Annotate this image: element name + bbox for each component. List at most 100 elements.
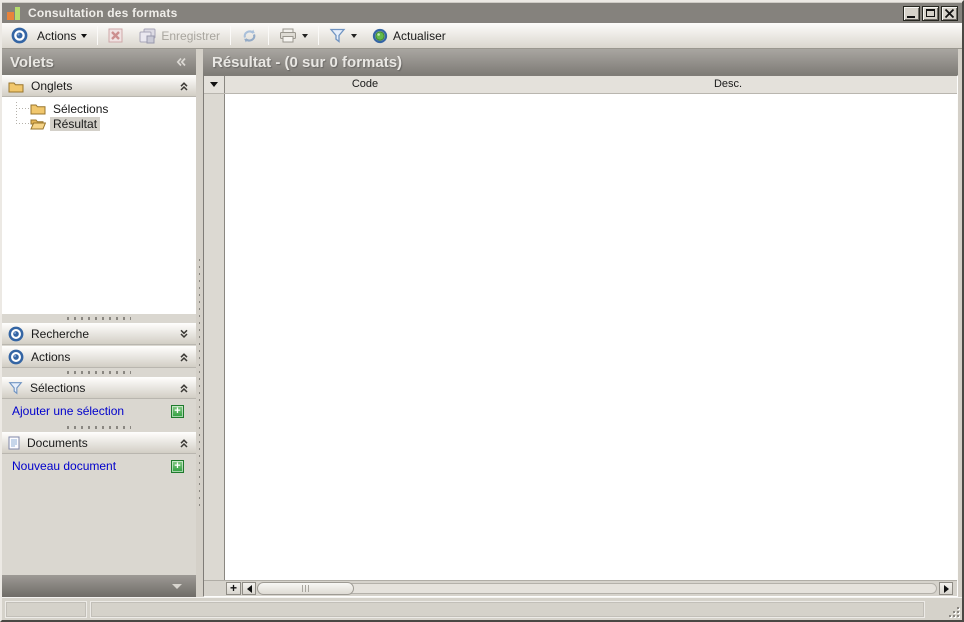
minimize-button[interactable] <box>903 6 920 21</box>
group-header-onglets[interactable]: Onglets <box>2 75 196 97</box>
filter-icon <box>8 381 23 395</box>
filter-icon <box>329 28 346 43</box>
filter-button[interactable] <box>323 25 363 47</box>
chevron-up-double-icon <box>178 382 190 394</box>
scroll-left-button[interactable] <box>242 582 256 595</box>
sidebar-splitter[interactable] <box>2 423 196 432</box>
maximize-icon <box>926 9 935 17</box>
status-bar <box>2 597 962 620</box>
tree-item-label: Résultat <box>50 116 101 131</box>
group-header-documents[interactable]: Documents <box>2 432 196 454</box>
group-header-recherche[interactable]: Recherche <box>2 323 196 345</box>
row-selector-dropdown-button[interactable] <box>204 76 225 93</box>
add-selection-link[interactable]: Ajouter une sélection <box>12 404 171 418</box>
column-header-desc[interactable]: Desc. <box>504 76 952 93</box>
group-label-documents: Documents <box>27 436 88 450</box>
arrow-right-icon <box>943 584 949 593</box>
onglets-tree: Sélections Résultat <box>2 97 196 314</box>
actualiser-label: Actualiser <box>393 28 446 43</box>
main-panel: Résultat - (0 sur 0 formats) Code Desc. … <box>203 49 958 597</box>
toolbar-separator <box>268 26 270 45</box>
actions-menu-label: Actions <box>37 28 77 43</box>
sidebar-splitter[interactable] <box>2 314 196 323</box>
scrollbar-track[interactable] <box>257 583 937 594</box>
selections-link-row: Ajouter une sélection + <box>2 399 196 423</box>
add-row-button[interactable]: + <box>226 582 241 595</box>
refresh-icon <box>241 28 258 44</box>
chevron-down-double-icon <box>178 328 190 340</box>
group-header-actions[interactable]: Actions <box>2 346 196 368</box>
chevron-down-icon <box>210 82 218 87</box>
save-icon <box>139 28 156 44</box>
tree-connector <box>16 108 30 109</box>
minimize-icon <box>907 16 915 18</box>
documents-link-row: Nouveau document + <box>2 454 196 478</box>
title-bar[interactable]: Consultation des formats <box>2 2 962 23</box>
actualiser-button[interactable]: Actualiser <box>366 25 452 47</box>
status-cell-left <box>5 601 87 618</box>
close-button[interactable] <box>941 6 958 21</box>
result-caption: Résultat - (0 sur 0 formats) <box>203 49 958 75</box>
tree-item-label: Sélections <box>53 101 109 116</box>
document-icon <box>8 436 20 450</box>
group-label-onglets: Onglets <box>31 79 73 93</box>
toolbar: Actions Enregistrer Actualiser <box>2 23 962 49</box>
tree-item-resultat[interactable]: Résultat <box>30 116 101 131</box>
collapse-panel-button[interactable] <box>174 55 188 69</box>
close-icon <box>944 8 955 19</box>
arrow-left-icon <box>246 584 252 593</box>
refresh-layout-button[interactable] <box>235 25 264 47</box>
delete-button[interactable] <box>102 25 129 47</box>
result-grid: Code Desc. + <box>203 75 958 597</box>
app-window: Consultation des formats Actions Enregis… <box>0 0 964 622</box>
chevron-down-icon <box>81 33 88 38</box>
sidebar-volets: Volets Onglets Sélections Résultat Reche… <box>2 49 196 597</box>
folder-closed-icon <box>30 102 46 115</box>
sidebar-caption: Volets <box>2 49 196 75</box>
target-icon <box>8 326 24 342</box>
grid-body <box>226 94 957 582</box>
actions-menu-button[interactable]: Actions <box>5 25 93 47</box>
add-selection-plus-button[interactable]: + <box>171 404 184 418</box>
horizontal-scrollbar: + <box>204 580 957 596</box>
tree-connector <box>16 123 30 124</box>
result-caption-label: Résultat - (0 sur 0 formats) <box>212 53 403 71</box>
new-document-plus-button[interactable]: + <box>171 459 184 473</box>
column-header-code[interactable]: Code <box>226 76 504 93</box>
printer-icon <box>279 28 297 43</box>
print-dropdown-icon <box>302 33 309 38</box>
toolbar-separator <box>230 26 232 45</box>
folder-open-icon <box>30 117 46 130</box>
save-label: Enregistrer <box>161 28 221 43</box>
folder-icon <box>8 80 24 93</box>
panel-splitter[interactable] <box>196 49 203 597</box>
new-document-link[interactable]: Nouveau document <box>12 459 171 473</box>
sidebar-footer-bar[interactable] <box>2 575 196 597</box>
window-title: Consultation des formats <box>28 6 178 20</box>
tree-item-selections[interactable]: Sélections <box>30 101 111 116</box>
toolbar-separator <box>97 26 99 45</box>
group-header-selections[interactable]: Sélections <box>2 377 196 399</box>
toolbar-separator <box>318 26 320 45</box>
app-icon <box>6 6 22 21</box>
resize-grip[interactable] <box>946 604 959 617</box>
actualiser-icon <box>372 28 388 44</box>
scrollbar-thumb[interactable] <box>257 582 354 595</box>
target-icon <box>11 27 28 44</box>
group-label-selections: Sélections <box>30 381 86 395</box>
filter-dropdown-icon <box>351 33 358 38</box>
scroll-right-button[interactable] <box>939 582 953 595</box>
chevron-down-icon <box>172 583 182 589</box>
target-icon <box>8 349 24 365</box>
sidebar-caption-label: Volets <box>10 53 54 71</box>
chevron-up-double-icon <box>178 437 190 449</box>
print-button[interactable] <box>273 25 314 47</box>
grid-header: Code Desc. <box>204 76 957 94</box>
sidebar-splitter[interactable] <box>2 368 196 377</box>
group-label-actions: Actions <box>31 350 71 364</box>
save-button[interactable]: Enregistrer <box>133 25 226 47</box>
tree-connector <box>16 102 17 125</box>
maximize-button[interactable] <box>922 6 939 21</box>
delete-icon <box>108 28 123 43</box>
chevron-up-double-icon <box>178 80 190 92</box>
